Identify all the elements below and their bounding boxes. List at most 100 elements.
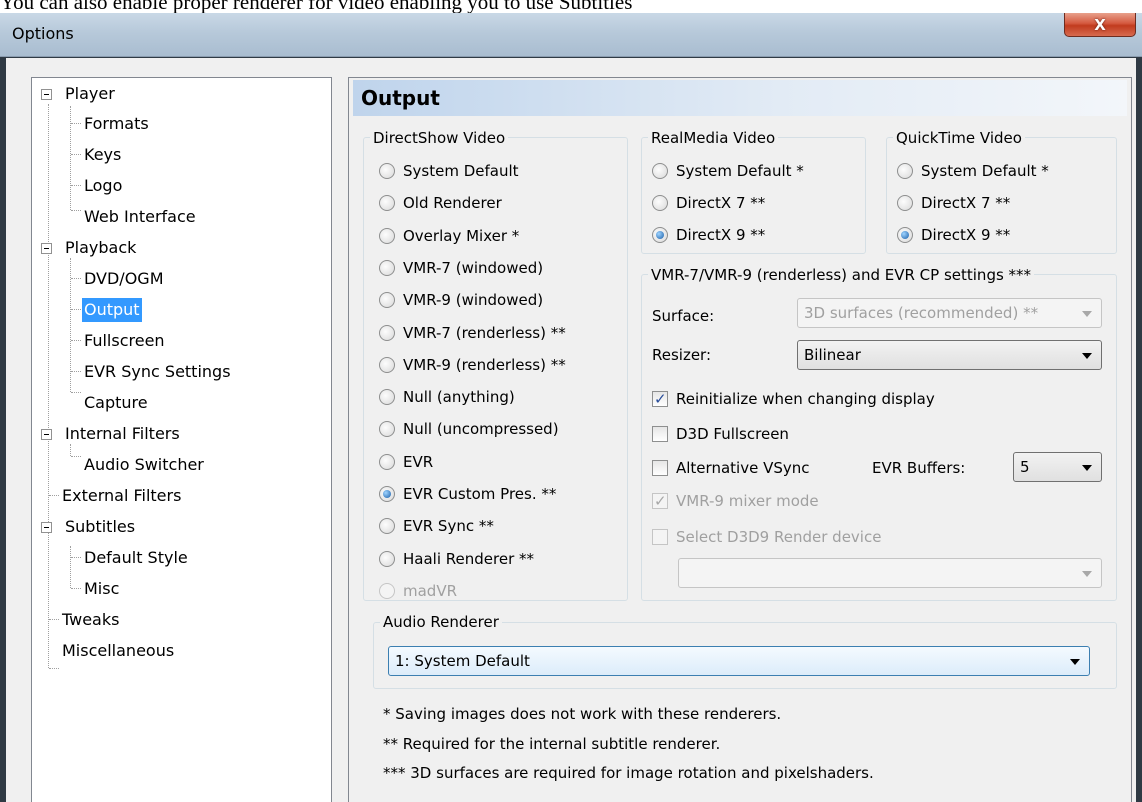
radio-button[interactable] xyxy=(897,195,913,211)
directshow-option-label: VMR-9 (windowed) xyxy=(403,291,544,310)
radio-button[interactable] xyxy=(379,324,395,341)
tree-item-player[interactable]: Player xyxy=(41,79,117,109)
tree-item-tweaks[interactable]: Tweaks xyxy=(60,605,121,635)
directshow-option-label: Overlay Mixer * xyxy=(403,226,520,245)
resizer-label: Resizer: xyxy=(652,346,712,364)
tree-item-label: Miscellaneous xyxy=(62,641,175,660)
chevron-down-icon xyxy=(1082,311,1092,317)
mixer-mode-checkbox xyxy=(652,490,668,512)
tree-item-keys[interactable]: Keys xyxy=(82,140,123,170)
audio-renderer-title: Audio Renderer xyxy=(380,613,502,631)
tree-branch xyxy=(71,154,81,155)
collapse-icon[interactable] xyxy=(41,522,52,533)
tree-item-misc[interactable]: Misc xyxy=(82,574,121,604)
radio-button[interactable] xyxy=(652,163,668,179)
tree-branch xyxy=(71,123,81,124)
radio-button xyxy=(379,582,395,599)
evr-buffers-select[interactable]: 5 xyxy=(1013,452,1102,482)
radio-button[interactable] xyxy=(897,227,913,243)
radio-button[interactable] xyxy=(652,227,668,243)
tree-item-label: Playback xyxy=(65,238,137,257)
tree-item-default-style[interactable]: Default Style xyxy=(82,543,190,573)
mixer-mode-label: VMR-9 mixer mode xyxy=(676,492,819,510)
collapse-icon[interactable] xyxy=(41,243,52,254)
tree-item-label: Misc xyxy=(84,579,120,598)
tree-root-line xyxy=(48,104,49,668)
close-button[interactable]: X xyxy=(1064,13,1136,37)
evr-buffers-value: 5 xyxy=(1020,458,1030,476)
directshow-option-label: Old Renderer xyxy=(403,194,502,213)
radio-button[interactable] xyxy=(379,259,395,276)
tree-item-external-filters[interactable]: External Filters xyxy=(60,481,183,511)
realmedia-option-label: System Default * xyxy=(676,162,804,180)
tree-item-subtitles[interactable]: Subtitles xyxy=(41,512,137,542)
tree-item-dvd-ogm[interactable]: DVD/OGM xyxy=(82,264,166,294)
radio-button[interactable] xyxy=(379,227,395,244)
radio-button[interactable] xyxy=(379,163,395,179)
tree-item-capture[interactable]: Capture xyxy=(82,388,150,418)
d3d-fullscreen-checkbox[interactable] xyxy=(652,426,668,442)
tree-item-output[interactable]: Output xyxy=(82,295,142,325)
tree-item-evr-sync-settings[interactable]: EVR Sync Settings xyxy=(82,357,233,387)
directshow-option-label: Null (anything) xyxy=(403,388,515,407)
tree-item-label: Subtitles xyxy=(65,517,136,536)
radio-button[interactable] xyxy=(379,550,395,567)
tree-branch xyxy=(71,309,81,310)
radio-button[interactable] xyxy=(652,195,668,211)
tree-item-label: Player xyxy=(65,84,115,103)
directshow-option-label: System Default xyxy=(403,162,519,180)
tree-item-label: EVR Sync Settings xyxy=(84,362,231,381)
tree-item-label: Default Style xyxy=(84,548,188,567)
directshow-option-label: Haali Renderer ** xyxy=(403,549,535,568)
tree-item-internal-filters[interactable]: Internal Filters xyxy=(41,419,182,449)
collapse-icon[interactable] xyxy=(41,429,52,440)
surface-select: 3D surfaces (recommended) ** xyxy=(797,298,1102,328)
resizer-value: Bilinear xyxy=(804,346,861,364)
page-title: Output xyxy=(353,80,1127,116)
audio-renderer-select[interactable]: 1: System Default xyxy=(388,646,1090,676)
tree-item-miscellaneous[interactable]: Miscellaneous xyxy=(60,636,176,666)
select-device-checkbox xyxy=(652,529,668,545)
radio-button[interactable] xyxy=(379,389,395,406)
reinit-checkbox[interactable] xyxy=(652,388,668,410)
tree-item-logo[interactable]: Logo xyxy=(82,171,124,201)
directshow-option-label: EVR xyxy=(403,452,434,471)
footnote-2: ** Required for the internal subtitle re… xyxy=(383,735,721,753)
radio-button[interactable] xyxy=(379,486,395,502)
evr-buffers-label: EVR Buffers: xyxy=(872,459,966,477)
tree-item-label: Fullscreen xyxy=(84,331,165,350)
tree-item-label: Audio Switcher xyxy=(84,455,204,474)
alt-vsync-label: Alternative VSync xyxy=(676,459,810,477)
radio-button[interactable] xyxy=(379,453,395,470)
tree-branch xyxy=(71,340,81,341)
tree-item-label: Formats xyxy=(84,114,149,133)
quicktime-option-label: DirectX 9 ** xyxy=(921,226,1011,244)
tree-branch xyxy=(71,278,81,279)
radio-button[interactable] xyxy=(897,163,913,179)
tree-branch xyxy=(71,456,81,457)
audio-renderer-value: 1: System Default xyxy=(395,652,530,670)
tree-item-label: Output xyxy=(82,298,142,322)
options-tree[interactable]: Player Formats Keys Logo Web Interface P… xyxy=(31,77,332,802)
tree-item-playback[interactable]: Playback xyxy=(41,233,138,263)
tree-item-label: Logo xyxy=(84,176,123,195)
chevron-down-icon xyxy=(1070,659,1080,665)
tree-item-fullscreen[interactable]: Fullscreen xyxy=(82,326,167,356)
tree-item-web-interface[interactable]: Web Interface xyxy=(82,202,198,232)
tree-item-formats[interactable]: Formats xyxy=(82,109,151,139)
collapse-icon[interactable] xyxy=(41,89,52,100)
radio-button[interactable] xyxy=(379,356,395,373)
d3d-fullscreen-label: D3D Fullscreen xyxy=(676,425,789,443)
realmedia-video-title: RealMedia Video xyxy=(648,129,779,147)
resizer-select[interactable]: Bilinear xyxy=(797,340,1102,370)
directshow-option-label: EVR Sync ** xyxy=(403,517,494,536)
title-bar[interactable]: Options X xyxy=(0,13,1142,57)
tree-item-label: DVD/OGM xyxy=(84,269,164,288)
footnote-1: * Saving images does not work with these… xyxy=(383,705,782,723)
tree-item-audio-switcher[interactable]: Audio Switcher xyxy=(82,450,206,480)
tree-branch xyxy=(71,557,81,558)
alt-vsync-checkbox[interactable] xyxy=(652,460,668,476)
tree-branch xyxy=(71,185,81,186)
quicktime-option-label: System Default * xyxy=(921,162,1049,180)
tree-branch xyxy=(71,210,81,211)
